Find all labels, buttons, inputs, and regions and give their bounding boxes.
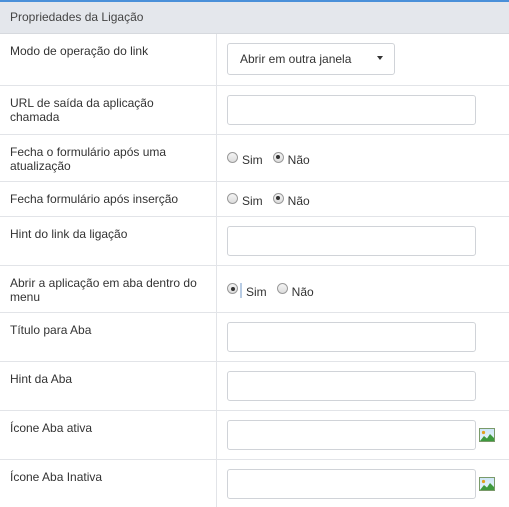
link-mode-cell: Abrir em outra janela	[217, 34, 509, 85]
tab-hint-cell	[217, 362, 509, 410]
link-hint-label: Hint do link da ligação	[0, 217, 217, 265]
link-properties-panel: Propriedades da Ligação Modo de operação…	[0, 0, 509, 507]
close-after-update-radio-yes[interactable]	[227, 151, 238, 163]
close-after-update-option-yes[interactable]: Sim	[227, 151, 263, 167]
row-link-hint: Hint do link da ligação	[0, 217, 509, 266]
active-tab-icon-input[interactable]	[227, 420, 476, 450]
row-tab-title: Título para Aba	[0, 313, 509, 362]
link-mode-selected-value: Abrir em outra janela	[240, 52, 352, 66]
properties-list: Modo de operação do link Abrir em outra …	[0, 34, 509, 507]
open-in-tab-label: Abrir a aplicação em aba dentro do menu	[0, 266, 217, 312]
row-tab-hint: Hint da Aba	[0, 362, 509, 411]
exit-url-cell	[217, 86, 509, 134]
close-after-insert-radio-no[interactable]	[272, 192, 284, 204]
image-icon[interactable]	[479, 477, 495, 491]
link-hint-cell	[217, 217, 509, 265]
row-close-after-insert: Fecha formulário após inserção Sim Não	[0, 182, 509, 217]
active-tab-icon-cell	[217, 411, 509, 459]
row-exit-url: URL de saída da aplicação chamada	[0, 86, 509, 135]
close-after-update-label: Fecha o formulário após uma atualização	[0, 135, 217, 181]
focus-marker	[240, 283, 242, 298]
close-after-update-radio-no[interactable]	[272, 151, 284, 163]
close-after-insert-radio-yes[interactable]	[227, 192, 238, 204]
row-active-tab-icon: Ícone Aba ativa	[0, 411, 509, 460]
inactive-tab-icon-label: Ícone Aba Inativa	[0, 460, 217, 507]
chevron-down-icon	[377, 56, 383, 60]
close-after-insert-yes-label: Sim	[242, 194, 263, 208]
close-after-insert-radio-group: Sim Não	[227, 192, 310, 208]
link-mode-label: Modo de operação do link	[0, 34, 217, 85]
close-after-update-yes-label: Sim	[242, 153, 263, 167]
active-tab-icon-label: Ícone Aba ativa	[0, 411, 217, 459]
open-in-tab-radio-group: Sim Não	[227, 282, 314, 299]
close-after-update-radio-group: Sim Não	[227, 151, 310, 167]
exit-url-input[interactable]	[227, 95, 476, 125]
row-open-in-tab: Abrir a aplicação em aba dentro do menu …	[0, 266, 509, 313]
tab-title-input[interactable]	[227, 322, 476, 352]
open-in-tab-yes-label: Sim	[246, 284, 267, 299]
image-icon[interactable]	[479, 428, 495, 442]
close-after-update-cell: Sim Não	[217, 135, 509, 181]
open-in-tab-radio-no[interactable]	[276, 283, 288, 294]
open-in-tab-no-label: Não	[291, 284, 314, 299]
tab-title-label: Título para Aba	[0, 313, 217, 361]
open-in-tab-option-yes[interactable]: Sim	[227, 282, 267, 299]
tab-hint-input[interactable]	[227, 371, 476, 401]
inactive-tab-icon-input[interactable]	[227, 469, 476, 499]
close-after-update-no-label: Não	[287, 153, 310, 167]
row-close-after-update: Fecha o formulário após uma atualização …	[0, 135, 509, 182]
link-hint-input[interactable]	[227, 226, 476, 256]
tab-hint-label: Hint da Aba	[0, 362, 217, 410]
close-after-update-option-no[interactable]: Não	[272, 151, 310, 167]
open-in-tab-option-no[interactable]: Não	[276, 283, 314, 299]
close-after-insert-no-label: Não	[287, 194, 310, 208]
close-after-insert-option-no[interactable]: Não	[272, 192, 310, 208]
open-in-tab-radio-yes[interactable]	[227, 283, 238, 294]
close-after-insert-label: Fecha formulário após inserção	[0, 182, 217, 216]
tab-title-cell	[217, 313, 509, 361]
panel-title: Propriedades da Ligação	[0, 2, 509, 34]
exit-url-label: URL de saída da aplicação chamada	[0, 86, 217, 134]
link-mode-select[interactable]: Abrir em outra janela	[227, 43, 395, 75]
close-after-insert-option-yes[interactable]: Sim	[227, 192, 263, 208]
row-inactive-tab-icon: Ícone Aba Inativa	[0, 460, 509, 507]
inactive-tab-icon-cell	[217, 460, 509, 507]
row-link-mode: Modo de operação do link Abrir em outra …	[0, 34, 509, 86]
open-in-tab-cell: Sim Não	[217, 266, 509, 312]
close-after-insert-cell: Sim Não	[217, 182, 509, 216]
